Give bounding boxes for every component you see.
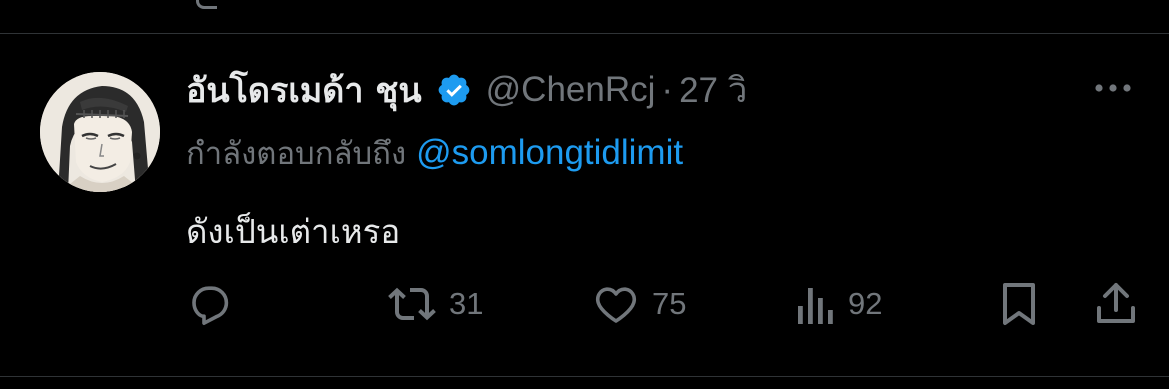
retweet-icon bbox=[388, 287, 436, 321]
avatar[interactable] bbox=[40, 72, 160, 192]
like-count: 75 bbox=[652, 286, 687, 321]
retweet-button[interactable]: 31 bbox=[387, 280, 483, 328]
separator-dot: · bbox=[661, 70, 674, 109]
views-button[interactable]: 92 bbox=[796, 280, 882, 328]
tweet-header: อันโดรเมด้า ชุน @ChenRcj · 27 วิ bbox=[186, 64, 747, 116]
bookmark-icon bbox=[1003, 283, 1035, 325]
retweet-count: 31 bbox=[449, 286, 484, 321]
display-name[interactable]: อันโดรเมด้า ชุน bbox=[186, 63, 422, 117]
user-handle[interactable]: @ChenRcj bbox=[486, 70, 656, 110]
reply-target-link[interactable]: @somlongtidlimit bbox=[416, 133, 683, 172]
tweet-text: ดังเป็นเต่าเหรอ bbox=[186, 212, 401, 251]
timestamp[interactable]: 27 วิ bbox=[679, 63, 747, 118]
more-options-icon[interactable] bbox=[1093, 78, 1133, 98]
verified-badge-icon[interactable] bbox=[436, 72, 472, 108]
replying-to-label: กำลังตอบกลับถึง bbox=[186, 136, 407, 172]
share-button[interactable] bbox=[1094, 280, 1138, 328]
reply-button[interactable] bbox=[186, 280, 246, 328]
reply-icon bbox=[192, 286, 229, 325]
heart-icon bbox=[595, 287, 637, 323]
divider-top bbox=[0, 33, 1169, 34]
views-count: 92 bbox=[848, 286, 883, 321]
divider-bottom bbox=[0, 376, 1169, 377]
thread-line-fragment bbox=[196, 0, 217, 9]
replying-to: กำลังตอบกลับถึง @somlongtidlimit bbox=[186, 128, 683, 178]
share-icon bbox=[1097, 283, 1135, 323]
avatar-image bbox=[40, 72, 160, 192]
bookmark-button[interactable] bbox=[997, 280, 1041, 328]
like-button[interactable]: 75 bbox=[592, 280, 686, 328]
tweet-page: อันโดรเมด้า ชุน @ChenRcj · 27 วิ กำลังตอ… bbox=[0, 0, 1169, 389]
views-icon bbox=[798, 288, 833, 324]
